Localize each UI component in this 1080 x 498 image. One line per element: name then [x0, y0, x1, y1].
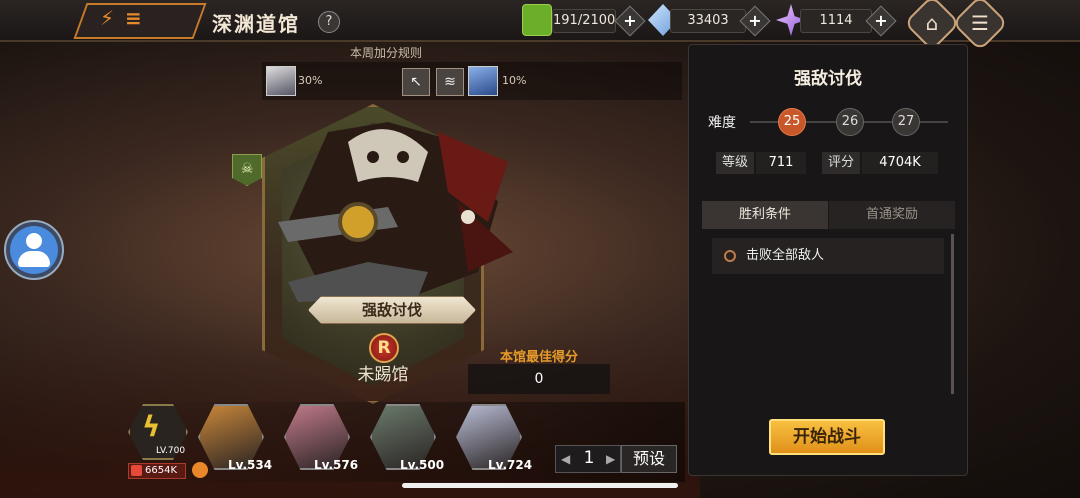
rank-badge: R — [369, 333, 399, 363]
score-label: 评分 — [822, 152, 860, 174]
difficulty-26-button[interactable]: 26 — [836, 108, 864, 136]
start-battle-button[interactable]: 开始战斗 — [769, 419, 885, 455]
next-team-button[interactable]: ▶ — [606, 452, 615, 466]
hero-3-level: Lv.500 — [400, 458, 445, 472]
avatar-body — [18, 251, 50, 267]
win-condition-item: 击败全部敌人 — [712, 238, 944, 274]
weekly-rule-title: 本周加分规则 — [350, 46, 423, 60]
bonus-weapon-icon[interactable]: ↖ — [402, 68, 430, 96]
boss-name-plate: 强敌讨伐 — [308, 296, 476, 324]
tab-first-clear-reward[interactable]: 首通奖励 — [829, 201, 955, 229]
hero-1-level: Lv.534 — [228, 458, 273, 472]
bonus-b-value: 10% — [502, 74, 527, 87]
bonus-item-icon[interactable]: ≋ — [436, 68, 464, 96]
hero-2-level: Lv.576 — [314, 458, 359, 472]
difficulty-27-button[interactable]: 27 — [892, 108, 920, 136]
bonus-a-value: 30% — [298, 74, 323, 87]
power-icon — [131, 465, 142, 476]
difficulty-25-button[interactable]: 25 — [778, 108, 806, 136]
panel-scrollbar[interactable] — [951, 234, 954, 394]
home-indicator[interactable] — [402, 483, 678, 488]
tab-win-condition[interactable]: 胜利条件 — [702, 201, 828, 229]
bonus-hero-avatar-2[interactable] — [468, 66, 498, 96]
leader-emblem-icon: ϟ — [142, 410, 161, 443]
best-score-value: 0 — [468, 364, 610, 394]
menu-icon: ☰ — [971, 11, 989, 35]
team-page-control: ◀ 1 ▶ — [555, 445, 621, 473]
preset-button[interactable]: 预设 — [621, 445, 677, 473]
avatar-head — [26, 233, 42, 249]
stamina-cube-icon — [522, 4, 552, 36]
hero-4-level: Lv.724 — [488, 458, 533, 472]
help-button[interactable]: ? — [318, 11, 340, 33]
bonus-hero-avatar[interactable] — [266, 66, 296, 96]
home-icon: ⌂ — [925, 11, 939, 35]
leader-level: LV.700 — [156, 446, 186, 456]
difficulty-label: 难度 — [708, 115, 736, 131]
stamina-value: 191/2100 — [552, 9, 616, 33]
logo-glyph-icon: ⚡ ≡ — [100, 6, 144, 30]
level-value: 711 — [756, 152, 806, 174]
condition-bullet-icon — [724, 250, 736, 262]
score-value: 4704K — [862, 152, 938, 174]
page-title: 深渊道馆 — [212, 12, 300, 36]
best-score-label: 本馆最佳得分 — [499, 350, 578, 365]
emote-icon[interactable] — [192, 462, 208, 478]
crystal-value: 33403 — [670, 9, 746, 33]
gem-value: 1114 — [800, 9, 872, 33]
level-label: 等级 — [716, 152, 754, 174]
panel-title: 强敌讨伐 — [794, 69, 862, 89]
gym-status: 未踢馆 — [357, 365, 409, 385]
prev-team-button[interactable]: ◀ — [561, 452, 570, 466]
team-page-number: 1 — [583, 448, 595, 468]
boss-portrait[interactable] — [268, 112, 518, 312]
